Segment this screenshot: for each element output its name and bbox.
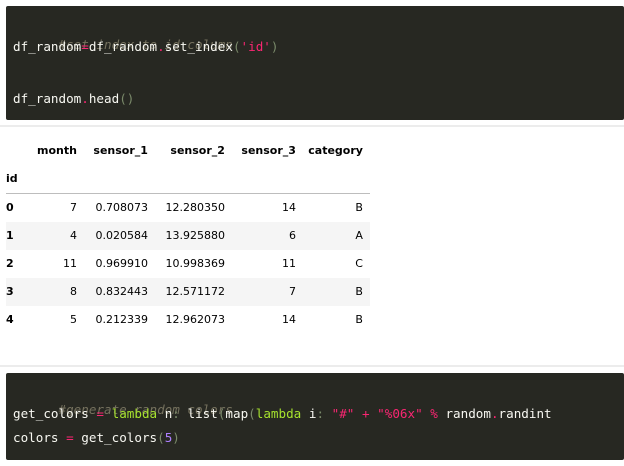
row-index: 2 [6, 257, 14, 270]
table-row: 4 5 0.212339 12.962073 14 B [6, 306, 370, 334]
builtin-token: map [225, 406, 249, 421]
table-header-row: month sensor_1 sensor_2 sensor_3 categor… [6, 137, 370, 165]
method-token: head [88, 91, 120, 106]
table-row: 2 11 0.969910 10.998369 11 C [6, 250, 370, 278]
index-header-spacer [6, 137, 37, 165]
row-index: 1 [6, 229, 14, 242]
cell-sensor-1: 0.708073 [95, 201, 148, 214]
variable-token: df_random [13, 91, 82, 106]
empty-header-cell [84, 165, 155, 194]
index-name-row: id [6, 165, 370, 194]
column-header-sensor-3: sensor_3 [241, 144, 296, 157]
row-index: 0 [6, 201, 14, 214]
row-index: 4 [6, 313, 14, 326]
cell-month: 11 [62, 257, 77, 270]
code-line-colors: colors = get_colors(5) [13, 426, 180, 450]
operator-token: = [96, 406, 105, 421]
variable-token: colors [13, 430, 59, 445]
cell-sensor-2: 10.998369 [165, 257, 225, 270]
code-line-comment: #generate random colors [13, 374, 233, 417]
cell-sensor-3: 14 [281, 201, 296, 214]
cell-category: C [355, 257, 363, 270]
variable-token: df_random [88, 39, 158, 54]
cell-sensor-1: 0.020584 [95, 229, 148, 242]
cell-month: 4 [69, 229, 77, 242]
cell-month: 8 [69, 285, 77, 298]
paren-token: ( [248, 406, 256, 421]
code-cell-random-colors[interactable]: #generate random colors get_colors = lam… [0, 367, 624, 466]
operator-token: + [361, 406, 370, 421]
variable-token: random [445, 406, 491, 421]
variable-token: df_random [13, 39, 82, 54]
row-index: 3 [6, 285, 14, 298]
paren-token: ) [270, 39, 279, 54]
dot-token: . [157, 39, 165, 54]
code-line-head: df_random.head() [13, 87, 134, 111]
operator-token: = [81, 39, 89, 54]
cell-sensor-1: 0.212339 [95, 313, 148, 326]
paren-token: ) [172, 430, 180, 445]
cell-sensor-3: 11 [281, 257, 296, 270]
paren-token: ) [126, 91, 135, 106]
variable-token: get_colors [13, 406, 89, 421]
colon-token: : [316, 406, 325, 421]
keyword-token: lambda [255, 406, 302, 421]
string-token: "%06x" [377, 406, 423, 421]
colon-token: : [172, 406, 180, 421]
string-token: 'id' [240, 39, 271, 54]
method-token: set_index [164, 39, 233, 54]
paren-token: ( [119, 91, 127, 106]
cell-category: B [355, 201, 363, 214]
paren-token: ( [157, 430, 165, 445]
cell-sensor-2: 12.962073 [165, 313, 225, 326]
string-token: "#" [331, 406, 355, 421]
cell-category: A [355, 229, 363, 242]
table-row: 3 8 0.832443 12.571172 7 B [6, 278, 370, 306]
operator-token: = [66, 430, 74, 445]
dataframe-table: month sensor_1 sensor_2 sensor_3 categor… [6, 137, 370, 334]
code-line-set-index: df_random=df_random.set_index('id') [13, 35, 278, 59]
code-editor[interactable]: #set index to id column df_random=df_ran… [6, 6, 624, 120]
index-name-label: id [6, 172, 18, 185]
code-line-get-colors: get_colors = lambda n: list(map(lambda i… [13, 402, 552, 426]
empty-header-cell [155, 165, 232, 194]
column-header-sensor-1: sensor_1 [93, 144, 148, 157]
cell-category: B [355, 285, 363, 298]
cell-month: 5 [69, 313, 77, 326]
code-editor[interactable]: #generate random colors get_colors = lam… [6, 373, 624, 460]
column-header-sensor-2: sensor_2 [170, 144, 225, 157]
column-header-category: category [308, 144, 363, 157]
empty-header-cell [303, 165, 370, 194]
empty-header-cell [37, 165, 84, 194]
builtin-token: list [187, 406, 218, 421]
cell-sensor-1: 0.969910 [95, 257, 148, 270]
table-row: 0 7 0.708073 12.280350 14 B [6, 194, 370, 223]
cell-sensor-3: 7 [288, 285, 296, 298]
code-cell-set-index[interactable]: #set index to id column df_random=df_ran… [0, 0, 624, 125]
table-row: 1 4 0.020584 13.925880 6 A [6, 222, 370, 250]
method-token: randint [498, 406, 552, 421]
operator-token: % [430, 406, 438, 421]
cell-sensor-2: 12.280350 [165, 201, 225, 214]
cell-sensor-1: 0.832443 [95, 285, 148, 298]
function-token: get_colors [81, 430, 158, 445]
keyword-token: lambda [111, 406, 158, 421]
cell-sensor-3: 6 [288, 229, 296, 242]
cell-month: 7 [69, 201, 77, 214]
column-header-month: month [37, 144, 77, 157]
cell-sensor-3: 14 [281, 313, 296, 326]
cell-sensor-2: 13.925880 [165, 229, 225, 242]
dot-token: . [490, 406, 499, 421]
dot-token: . [81, 91, 89, 106]
cell-category: B [355, 313, 363, 326]
empty-header-cell [232, 165, 303, 194]
output-cell-dataframe: month sensor_1 sensor_2 sensor_3 categor… [0, 127, 624, 365]
paren-token: ( [232, 39, 241, 54]
cell-sensor-2: 12.571172 [165, 285, 225, 298]
code-line-comment: #set index to id column [13, 9, 233, 52]
